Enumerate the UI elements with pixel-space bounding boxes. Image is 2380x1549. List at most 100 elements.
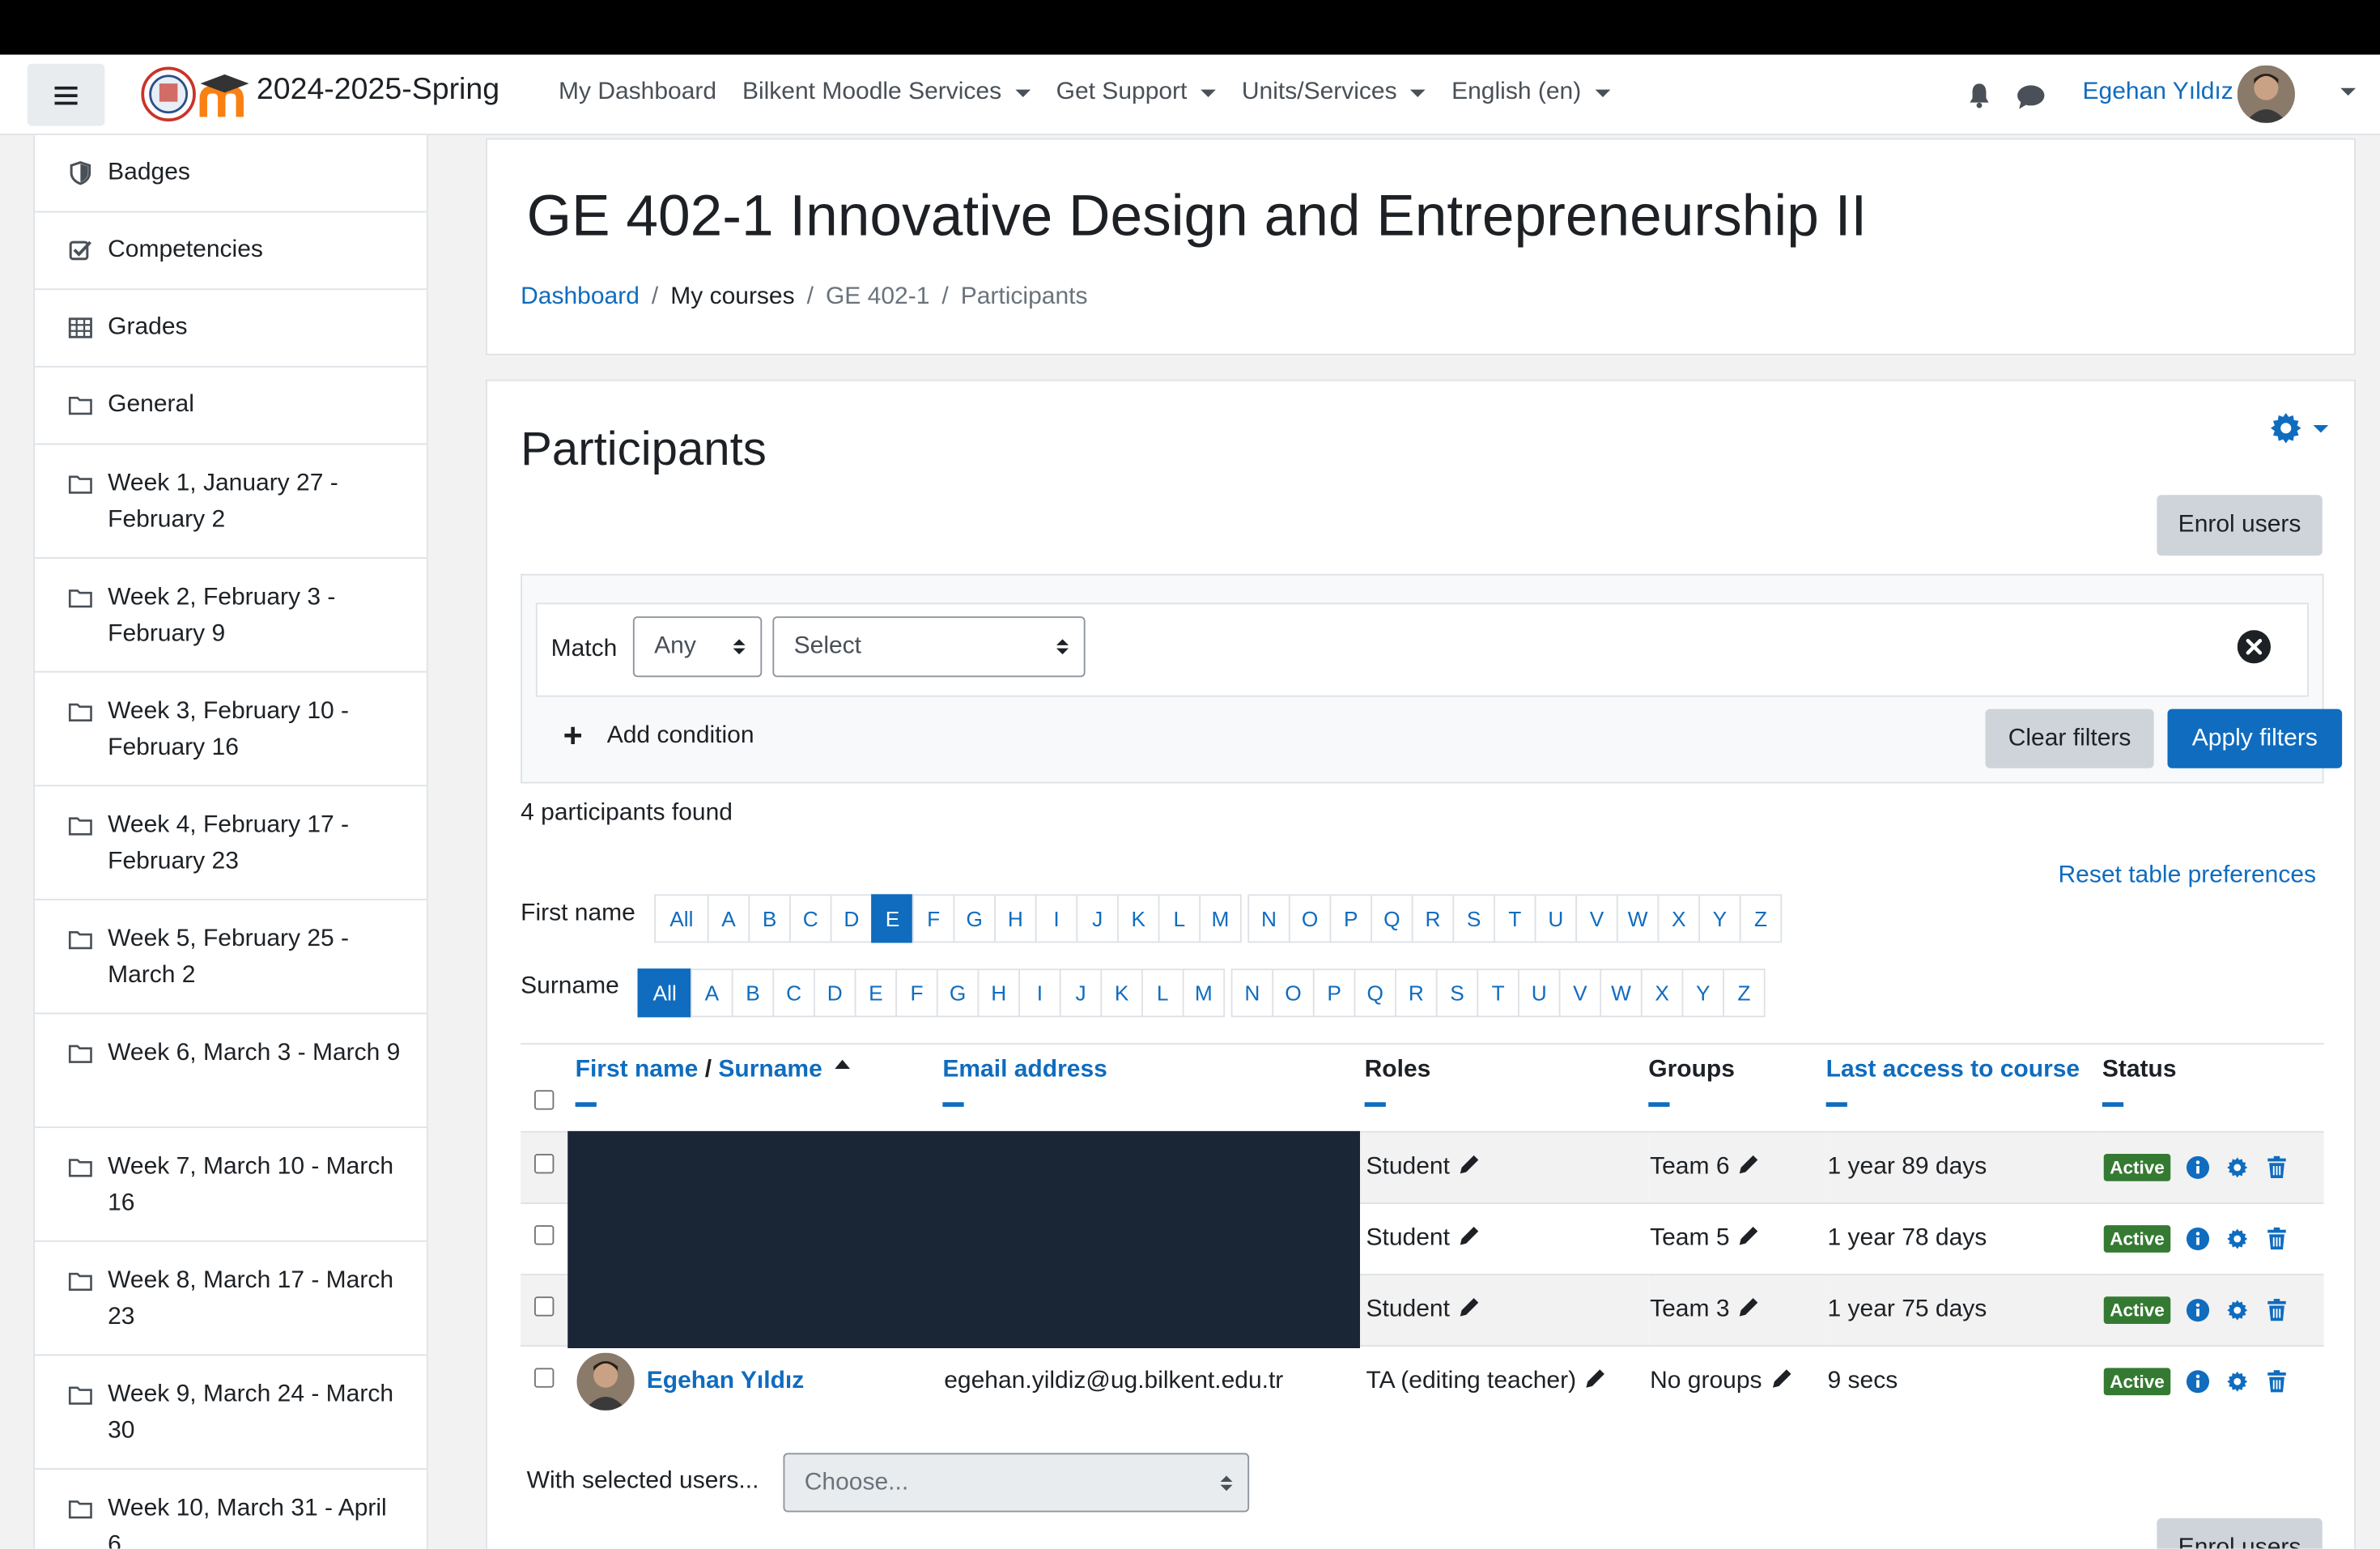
firstname-initial-x[interactable]: X [1657,894,1700,943]
sidebar-item-week-8[interactable]: Week 8, March 17 - March 23 [35,1242,427,1356]
sidebar-item-competencies[interactable]: Competencies [35,213,427,291]
surname-initial-k[interactable]: K [1100,968,1143,1018]
sidebar-item-week-1[interactable]: Week 1, January 27 - February 2 [35,445,427,559]
surname-initial-u[interactable]: U [1518,968,1561,1018]
messages-icon[interactable] [2016,83,2046,111]
cog-icon[interactable] [2225,1227,2250,1251]
nav-bilkent-moodle-services[interactable]: Bilkent Moodle Services [742,79,1031,107]
collapse-column-icon[interactable] [1364,1102,1386,1107]
firstname-initial-p[interactable]: P [1329,894,1372,943]
row-select-checkbox[interactable] [534,1154,555,1174]
pencil-edit-icon[interactable] [1739,1225,1760,1246]
surname-initial-o[interactable]: O [1272,968,1315,1018]
surname-initial-t[interactable]: T [1477,968,1519,1018]
firstname-initial-z[interactable]: Z [1739,894,1783,943]
surname-initial-c[interactable]: C [772,968,815,1018]
surname-initial-f[interactable]: F [895,968,938,1018]
pencil-edit-icon[interactable] [1771,1368,1792,1389]
enrol-users-button-bottom[interactable]: Enrol users [2157,1518,2323,1549]
sort-last-access[interactable]: Last access to course [1826,1057,2080,1083]
surname-initial-p[interactable]: P [1312,968,1356,1018]
drawer-toggle-button[interactable] [27,63,105,126]
pencil-edit-icon[interactable] [1459,1225,1480,1246]
pencil-edit-icon[interactable] [1739,1154,1760,1175]
trash-icon[interactable] [2265,1298,2289,1322]
nav-language[interactable]: English (en) [1451,79,1610,107]
apply-filters-button[interactable]: Apply filters [2167,709,2343,768]
sidebar-item-week-10[interactable]: Week 10, March 31 - April 6 [35,1470,427,1549]
clear-filters-button[interactable]: Clear filters [1985,709,2154,768]
firstname-initial-s[interactable]: S [1452,894,1495,943]
surname-initial-e[interactable]: E [854,968,898,1018]
bulk-action-select[interactable]: Choose... [783,1453,1250,1513]
user-menu-name[interactable]: Egehan Yıldız [2083,79,2233,107]
firstname-initial-u[interactable]: U [1534,894,1578,943]
surname-initial-i[interactable]: I [1018,968,1061,1018]
site-title[interactable]: 2024-2025-Spring [257,73,499,108]
firstname-initial-l[interactable]: L [1158,894,1201,943]
cog-icon[interactable] [2225,1369,2250,1394]
surname-initial-w[interactable]: W [1600,968,1643,1018]
firstname-initial-t[interactable]: T [1494,894,1536,943]
sidebar-item-week-4[interactable]: Week 4, February 17 - February 23 [35,786,427,900]
enrol-users-button[interactable]: Enrol users [2157,495,2323,556]
surname-initial-v[interactable]: V [1558,968,1602,1018]
firstname-initial-w[interactable]: W [1616,894,1660,943]
row-select-checkbox[interactable] [534,1296,555,1317]
surname-initial-a[interactable]: A [691,968,733,1018]
breadcrumb-course[interactable]: GE 402-1 [826,284,929,312]
surname-initial-b[interactable]: B [731,968,775,1018]
surname-initial-x[interactable]: X [1640,968,1684,1018]
firstname-initial-c[interactable]: C [789,894,832,943]
sidebar-item-week-2[interactable]: Week 2, February 3 - February 9 [35,559,427,673]
surname-initial-n[interactable]: N [1230,968,1274,1018]
firstname-initial-all[interactable]: All [654,894,709,943]
user-avatar[interactable] [2237,65,2295,123]
firstname-initial-g[interactable]: G [953,894,996,943]
user-menu-caret-icon[interactable] [2340,87,2356,96]
sidebar-item-badges[interactable]: Badges [35,135,427,213]
surname-initial-l[interactable]: L [1141,968,1184,1018]
add-condition-button[interactable]: + Add condition [563,719,754,752]
trash-icon[interactable] [2265,1227,2289,1251]
collapse-column-icon[interactable] [2102,1102,2124,1107]
breadcrumb-my-courses[interactable]: My courses [670,284,794,312]
remove-condition-icon[interactable] [2237,630,2271,664]
firstname-initial-j[interactable]: J [1076,894,1119,943]
pencil-edit-icon[interactable] [1459,1296,1480,1317]
breadcrumb-dashboard[interactable]: Dashboard [521,284,640,312]
nav-units-services[interactable]: Units/Services [1242,79,1426,107]
sidebar-item-grades[interactable]: Grades [35,290,427,368]
firstname-initial-v[interactable]: V [1575,894,1618,943]
firstname-initial-b[interactable]: B [748,894,791,943]
info-icon[interactable] [2186,1227,2210,1251]
firstname-initial-r[interactable]: R [1411,894,1455,943]
surname-initial-m[interactable]: M [1182,968,1226,1018]
collapse-column-icon[interactable] [942,1102,964,1107]
participant-avatar[interactable] [576,1353,635,1411]
pencil-edit-icon[interactable] [1459,1154,1480,1175]
sort-surname[interactable]: Surname [718,1057,822,1083]
sidebar-item-week-3[interactable]: Week 3, February 10 - February 16 [35,673,427,787]
sidebar-item-week-5[interactable]: Week 5, February 25 - March 2 [35,900,427,1015]
cog-icon[interactable] [2225,1298,2250,1322]
surname-initial-all[interactable]: All [637,968,692,1018]
nav-my-dashboard[interactable]: My Dashboard [559,79,716,107]
collapse-column-icon[interactable] [575,1102,597,1107]
cog-icon[interactable] [2225,1155,2250,1180]
nav-get-support[interactable]: Get Support [1056,79,1217,107]
info-icon[interactable] [2186,1298,2210,1322]
firstname-initial-o[interactable]: O [1288,894,1332,943]
firstname-initial-y[interactable]: Y [1698,894,1741,943]
firstname-initial-a[interactable]: A [707,894,750,943]
participant-name-link[interactable]: Egehan Yıldız [647,1368,805,1394]
surname-initial-y[interactable]: Y [1681,968,1724,1018]
trash-icon[interactable] [2265,1155,2289,1180]
surname-initial-s[interactable]: S [1435,968,1479,1018]
surname-initial-g[interactable]: G [936,968,980,1018]
select-all-checkbox[interactable] [534,1090,555,1110]
firstname-initial-h[interactable]: H [994,894,1037,943]
match-type-select[interactable]: Any [632,616,763,678]
firstname-initial-m[interactable]: M [1199,894,1242,943]
surname-initial-z[interactable]: Z [1723,968,1766,1018]
